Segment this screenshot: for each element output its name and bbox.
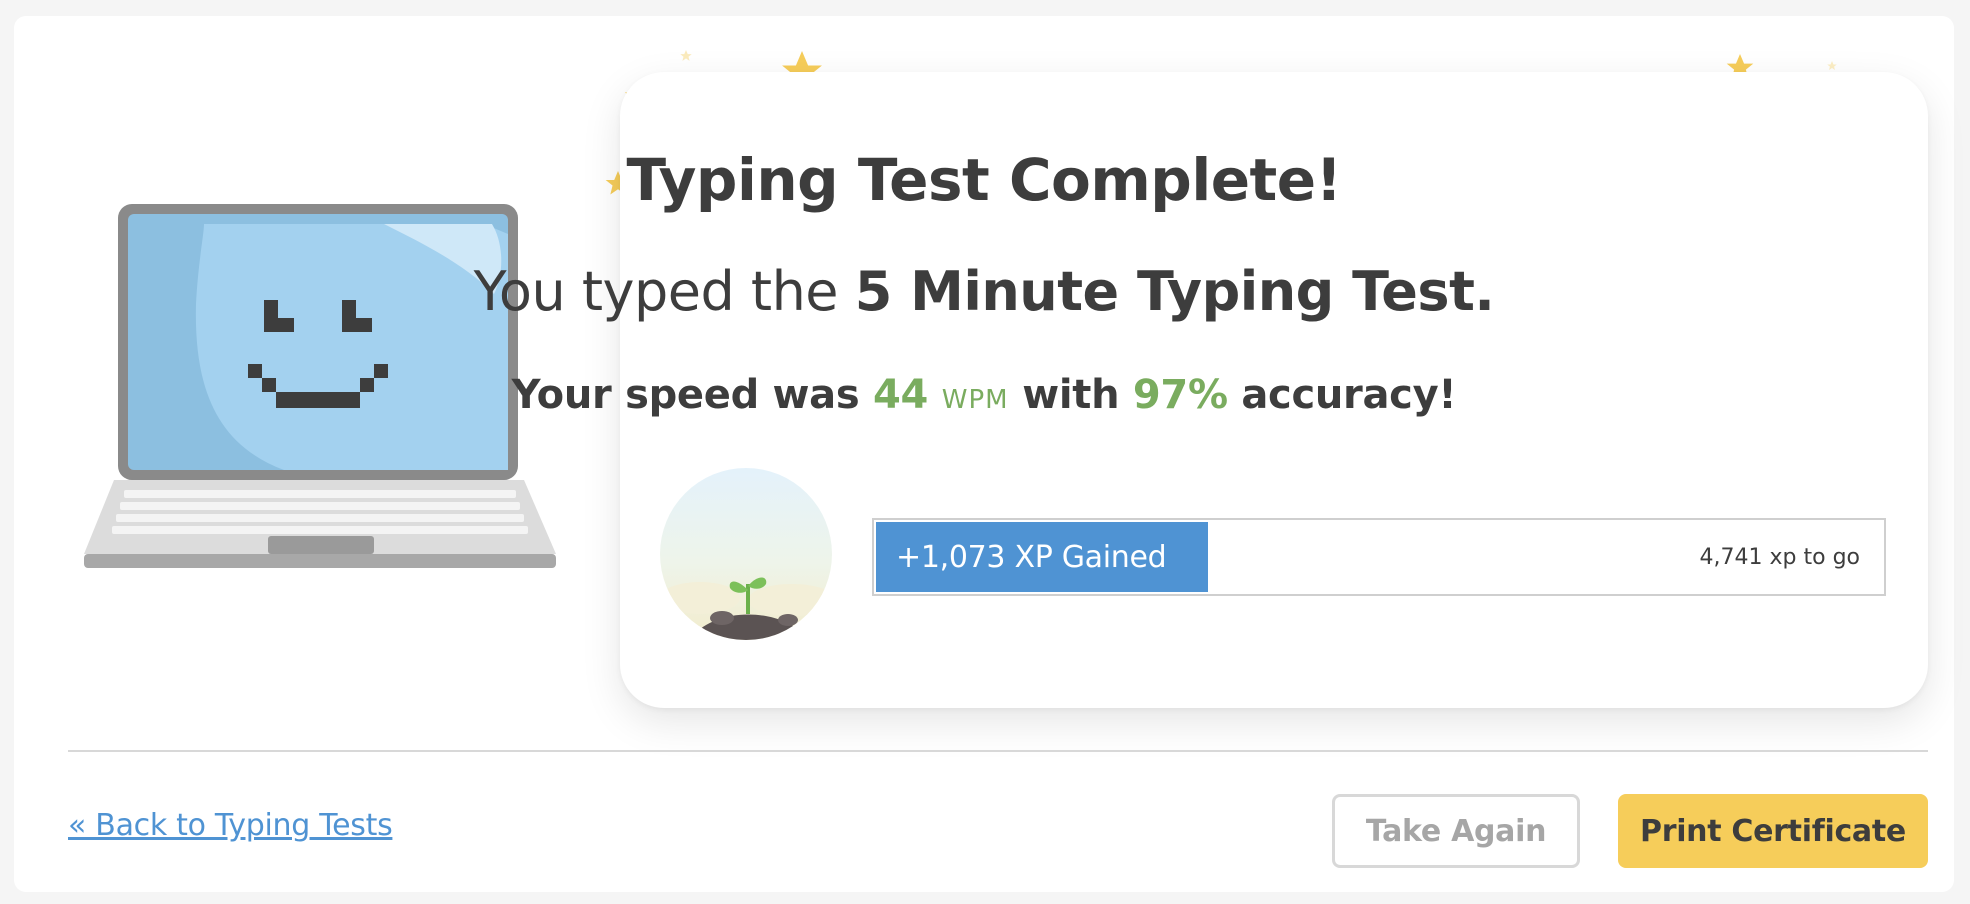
print-certificate-button[interactable]: Print Certificate [1618,794,1928,868]
speed-middle: with [1008,372,1133,418]
wpm-value: 44 [873,372,929,418]
xp-remaining: 4,741 xp to go [1700,520,1860,594]
accuracy-value: 97% [1132,372,1228,418]
wpm-unit: WPM [941,385,1009,415]
back-to-typing-tests-link[interactable]: « Back to Typing Tests [68,808,393,843]
divider [68,750,1928,752]
xp-remaining-label: 4,741 xp to go [1699,544,1860,570]
speed-summary: Your speed was 44 WPM with 97% accuracy! [14,372,1954,418]
test-summary: You typed the 5 Minute Typing Test. [14,260,1954,323]
take-again-button[interactable]: Take Again [1332,794,1580,868]
test-name: 5 Minute Typing Test. [854,260,1495,323]
test-summary-prefix: You typed the [473,260,855,323]
xp-gained-fill: +1,073 XP Gained [876,522,1208,592]
speed-prefix: Your speed was [511,372,874,418]
page-title: Typing Test Complete! [626,146,1342,214]
results-page: Typing Test Complete! You typed the 5 Mi… [14,16,1954,892]
speed-suffix: accuracy! [1227,372,1457,418]
xp-progress-bar: +1,073 XP Gained 4,741 xp to go [872,518,1886,596]
sprout-icon [660,468,832,640]
xp-gained-label: +1,073 XP Gained [896,539,1167,575]
